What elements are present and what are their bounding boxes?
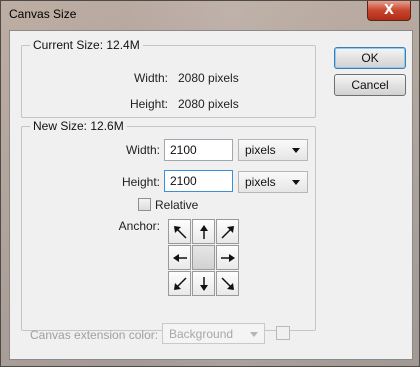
anchor-bottom-left[interactable]: [168, 271, 191, 296]
arrow-up-right-icon: [220, 225, 234, 239]
arrow-right-icon: [220, 253, 235, 262]
arrow-up-icon: [199, 224, 208, 239]
current-width-value: 2080 pixels: [178, 71, 239, 85]
arrow-up-left-icon: [173, 225, 187, 239]
arrow-down-right-icon: [220, 276, 234, 290]
anchor-left[interactable]: [168, 245, 191, 270]
chevron-down-icon: [250, 332, 258, 337]
current-height-label: Height:: [129, 97, 168, 111]
anchor-top-left[interactable]: [168, 219, 191, 244]
arrow-left-icon: [172, 253, 187, 262]
width-unit-value: pixels: [245, 143, 276, 157]
anchor-right[interactable]: [216, 245, 239, 270]
ok-button[interactable]: OK: [334, 47, 406, 69]
new-width-label: Width:: [125, 143, 160, 157]
cancel-button[interactable]: Cancel: [334, 74, 406, 96]
height-unit-value: pixels: [245, 175, 276, 189]
canvas-extension-color-label: Canvas extension color:: [30, 328, 159, 342]
arrow-down-icon: [199, 276, 208, 291]
canvas-extension-color-select[interactable]: Background: [162, 323, 265, 344]
anchor-bottom-right[interactable]: [216, 271, 239, 296]
relative-label: Relative: [155, 198, 199, 212]
canvas-size-dialog: Canvas Size X Current Size: 12.4M Width:…: [0, 0, 420, 367]
chevron-down-icon: [292, 148, 300, 153]
relative-checkbox[interactable]: [138, 198, 151, 211]
anchor-top-right[interactable]: [216, 219, 239, 244]
arrow-down-left-icon: [173, 276, 187, 290]
new-height-label: Height:: [121, 175, 160, 189]
extension-color-swatch[interactable]: [276, 326, 290, 340]
anchor-bottom[interactable]: [192, 271, 215, 296]
height-input[interactable]: [164, 170, 233, 192]
dialog-body: Current Size: 12.4M Width: 2080 pixels H…: [9, 30, 413, 360]
height-unit-select[interactable]: pixels: [238, 171, 308, 193]
title-bar: Canvas Size X: [1, 1, 419, 29]
anchor-grid: [168, 219, 240, 297]
anchor-label: Anchor:: [118, 219, 160, 233]
dialog-title: Canvas Size: [9, 7, 77, 21]
chevron-down-icon: [292, 180, 300, 185]
width-unit-select[interactable]: pixels: [238, 139, 308, 161]
current-size-legend: Current Size: 12.4M: [30, 38, 143, 52]
anchor-center[interactable]: [192, 245, 215, 270]
current-height-value: 2080 pixels: [178, 97, 239, 111]
current-width-label: Width:: [133, 71, 168, 85]
close-button[interactable]: X: [367, 1, 411, 21]
anchor-top[interactable]: [192, 219, 215, 244]
canvas-extension-color-value: Background: [169, 327, 234, 341]
width-input[interactable]: [164, 139, 233, 161]
current-size-group: Current Size: 12.4M Width: 2080 pixels H…: [21, 38, 316, 118]
new-size-legend: New Size: 12.6M: [30, 119, 127, 133]
